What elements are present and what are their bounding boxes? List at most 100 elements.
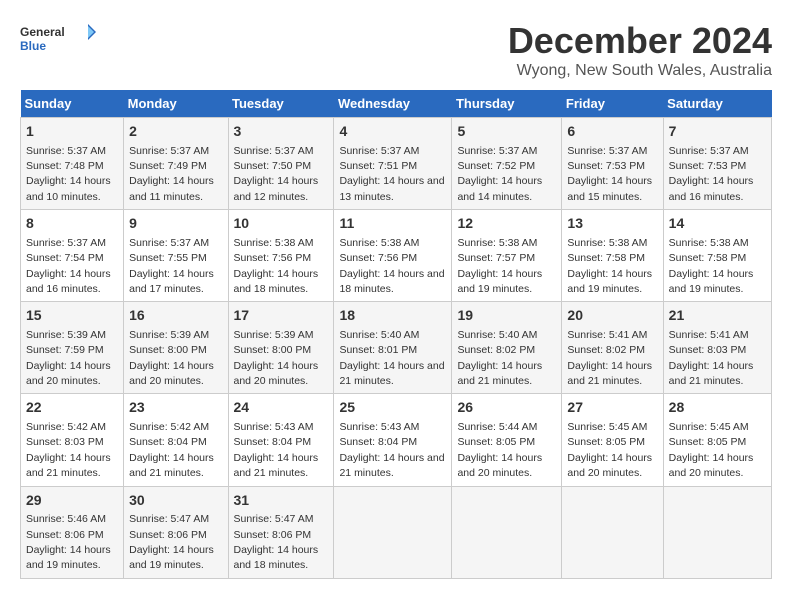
day-info: Sunrise: 5:41 AMSunset: 8:03 PMDaylight:… (669, 329, 754, 387)
day-number: 22 (26, 398, 118, 418)
day-number: 28 (669, 398, 766, 418)
header-saturday: Saturday (663, 90, 771, 118)
svg-text:Blue: Blue (20, 39, 46, 53)
calendar-cell (663, 486, 771, 578)
day-info: Sunrise: 5:44 AMSunset: 8:05 PMDaylight:… (457, 421, 542, 479)
day-info: Sunrise: 5:37 AMSunset: 7:50 PMDaylight:… (234, 145, 319, 203)
week-row-1: 1 Sunrise: 5:37 AMSunset: 7:48 PMDayligh… (21, 118, 772, 210)
day-number: 27 (567, 398, 657, 418)
day-number: 19 (457, 306, 556, 326)
day-info: Sunrise: 5:42 AMSunset: 8:03 PMDaylight:… (26, 421, 111, 479)
day-info: Sunrise: 5:38 AMSunset: 7:56 PMDaylight:… (234, 237, 319, 295)
day-info: Sunrise: 5:37 AMSunset: 7:54 PMDaylight:… (26, 237, 111, 295)
calendar-cell: 2 Sunrise: 5:37 AMSunset: 7:49 PMDayligh… (124, 118, 228, 210)
day-info: Sunrise: 5:39 AMSunset: 7:59 PMDaylight:… (26, 329, 111, 387)
calendar-cell: 31 Sunrise: 5:47 AMSunset: 8:06 PMDaylig… (228, 486, 334, 578)
day-info: Sunrise: 5:38 AMSunset: 7:58 PMDaylight:… (669, 237, 754, 295)
day-number: 20 (567, 306, 657, 326)
calendar-cell: 13 Sunrise: 5:38 AMSunset: 7:58 PMDaylig… (562, 210, 663, 302)
calendar-cell: 21 Sunrise: 5:41 AMSunset: 8:03 PMDaylig… (663, 302, 771, 394)
calendar-cell: 10 Sunrise: 5:38 AMSunset: 7:56 PMDaylig… (228, 210, 334, 302)
day-number: 5 (457, 122, 556, 142)
header-thursday: Thursday (452, 90, 562, 118)
calendar-cell (562, 486, 663, 578)
day-number: 26 (457, 398, 556, 418)
calendar-cell: 9 Sunrise: 5:37 AMSunset: 7:55 PMDayligh… (124, 210, 228, 302)
logo-icon: General Blue (20, 20, 100, 54)
day-info: Sunrise: 5:43 AMSunset: 8:04 PMDaylight:… (234, 421, 319, 479)
day-number: 10 (234, 214, 329, 234)
day-number: 25 (339, 398, 446, 418)
day-number: 6 (567, 122, 657, 142)
day-info: Sunrise: 5:46 AMSunset: 8:06 PMDaylight:… (26, 513, 111, 571)
day-number: 1 (26, 122, 118, 142)
header-friday: Friday (562, 90, 663, 118)
header-sunday: Sunday (21, 90, 124, 118)
day-number: 8 (26, 214, 118, 234)
calendar-cell: 26 Sunrise: 5:44 AMSunset: 8:05 PMDaylig… (452, 394, 562, 486)
week-row-2: 8 Sunrise: 5:37 AMSunset: 7:54 PMDayligh… (21, 210, 772, 302)
day-number: 4 (339, 122, 446, 142)
day-number: 14 (669, 214, 766, 234)
day-number: 9 (129, 214, 222, 234)
day-info: Sunrise: 5:37 AMSunset: 7:53 PMDaylight:… (669, 145, 754, 203)
day-info: Sunrise: 5:47 AMSunset: 8:06 PMDaylight:… (234, 513, 319, 571)
day-number: 31 (234, 491, 329, 511)
day-info: Sunrise: 5:38 AMSunset: 7:58 PMDaylight:… (567, 237, 652, 295)
month-title: December 2024 (508, 20, 772, 62)
day-number: 17 (234, 306, 329, 326)
day-info: Sunrise: 5:37 AMSunset: 7:48 PMDaylight:… (26, 145, 111, 203)
calendar-cell: 23 Sunrise: 5:42 AMSunset: 8:04 PMDaylig… (124, 394, 228, 486)
header-wednesday: Wednesday (334, 90, 452, 118)
day-number: 30 (129, 491, 222, 511)
day-number: 21 (669, 306, 766, 326)
header-tuesday: Tuesday (228, 90, 334, 118)
day-info: Sunrise: 5:42 AMSunset: 8:04 PMDaylight:… (129, 421, 214, 479)
day-info: Sunrise: 5:37 AMSunset: 7:55 PMDaylight:… (129, 237, 214, 295)
calendar-cell: 19 Sunrise: 5:40 AMSunset: 8:02 PMDaylig… (452, 302, 562, 394)
svg-text:General: General (20, 25, 65, 39)
day-info: Sunrise: 5:40 AMSunset: 8:02 PMDaylight:… (457, 329, 542, 387)
calendar-cell: 12 Sunrise: 5:38 AMSunset: 7:57 PMDaylig… (452, 210, 562, 302)
day-info: Sunrise: 5:37 AMSunset: 7:53 PMDaylight:… (567, 145, 652, 203)
calendar-cell: 17 Sunrise: 5:39 AMSunset: 8:00 PMDaylig… (228, 302, 334, 394)
calendar-cell: 22 Sunrise: 5:42 AMSunset: 8:03 PMDaylig… (21, 394, 124, 486)
calendar-cell: 25 Sunrise: 5:43 AMSunset: 8:04 PMDaylig… (334, 394, 452, 486)
calendar-header-row: Sunday Monday Tuesday Wednesday Thursday… (21, 90, 772, 118)
day-info: Sunrise: 5:43 AMSunset: 8:04 PMDaylight:… (339, 421, 444, 479)
calendar-cell: 16 Sunrise: 5:39 AMSunset: 8:00 PMDaylig… (124, 302, 228, 394)
calendar-cell: 29 Sunrise: 5:46 AMSunset: 8:06 PMDaylig… (21, 486, 124, 578)
calendar-cell (452, 486, 562, 578)
day-number: 15 (26, 306, 118, 326)
logo: General Blue General (20, 20, 100, 54)
week-row-4: 22 Sunrise: 5:42 AMSunset: 8:03 PMDaylig… (21, 394, 772, 486)
calendar-cell: 30 Sunrise: 5:47 AMSunset: 8:06 PMDaylig… (124, 486, 228, 578)
day-number: 16 (129, 306, 222, 326)
day-info: Sunrise: 5:47 AMSunset: 8:06 PMDaylight:… (129, 513, 214, 571)
day-info: Sunrise: 5:38 AMSunset: 7:57 PMDaylight:… (457, 237, 542, 295)
day-number: 23 (129, 398, 222, 418)
calendar-cell: 18 Sunrise: 5:40 AMSunset: 8:01 PMDaylig… (334, 302, 452, 394)
calendar-cell: 6 Sunrise: 5:37 AMSunset: 7:53 PMDayligh… (562, 118, 663, 210)
day-info: Sunrise: 5:39 AMSunset: 8:00 PMDaylight:… (129, 329, 214, 387)
calendar-cell: 7 Sunrise: 5:37 AMSunset: 7:53 PMDayligh… (663, 118, 771, 210)
day-info: Sunrise: 5:37 AMSunset: 7:52 PMDaylight:… (457, 145, 542, 203)
day-number: 29 (26, 491, 118, 511)
day-info: Sunrise: 5:37 AMSunset: 7:51 PMDaylight:… (339, 145, 444, 203)
calendar-cell: 3 Sunrise: 5:37 AMSunset: 7:50 PMDayligh… (228, 118, 334, 210)
calendar-cell: 4 Sunrise: 5:37 AMSunset: 7:51 PMDayligh… (334, 118, 452, 210)
calendar-cell: 27 Sunrise: 5:45 AMSunset: 8:05 PMDaylig… (562, 394, 663, 486)
day-number: 7 (669, 122, 766, 142)
day-number: 18 (339, 306, 446, 326)
day-info: Sunrise: 5:41 AMSunset: 8:02 PMDaylight:… (567, 329, 652, 387)
day-number: 24 (234, 398, 329, 418)
calendar-cell: 28 Sunrise: 5:45 AMSunset: 8:05 PMDaylig… (663, 394, 771, 486)
day-info: Sunrise: 5:39 AMSunset: 8:00 PMDaylight:… (234, 329, 319, 387)
calendar-cell: 24 Sunrise: 5:43 AMSunset: 8:04 PMDaylig… (228, 394, 334, 486)
calendar-cell: 8 Sunrise: 5:37 AMSunset: 7:54 PMDayligh… (21, 210, 124, 302)
day-number: 13 (567, 214, 657, 234)
calendar-cell: 5 Sunrise: 5:37 AMSunset: 7:52 PMDayligh… (452, 118, 562, 210)
calendar-cell: 14 Sunrise: 5:38 AMSunset: 7:58 PMDaylig… (663, 210, 771, 302)
calendar-cell: 15 Sunrise: 5:39 AMSunset: 7:59 PMDaylig… (21, 302, 124, 394)
calendar-cell (334, 486, 452, 578)
